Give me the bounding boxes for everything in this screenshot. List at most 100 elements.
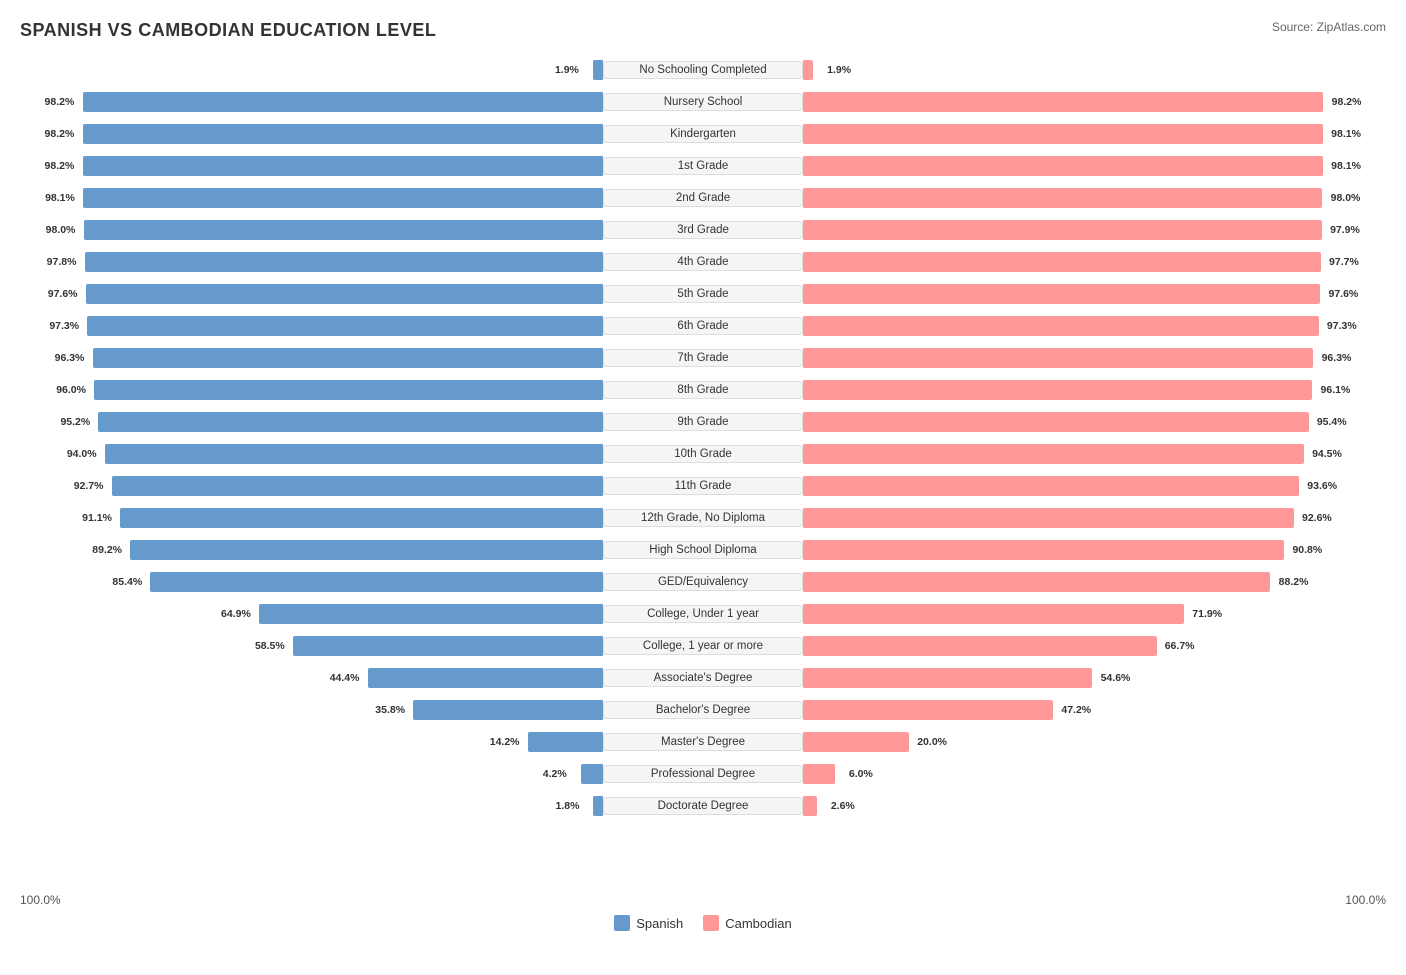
bar-row: 97.3%6th Grade97.3% — [20, 312, 1386, 340]
bar-row: 98.2%1st Grade98.1% — [20, 152, 1386, 180]
bar-label: Kindergarten — [603, 125, 803, 143]
bar-row: 92.7%11th Grade93.6% — [20, 472, 1386, 500]
bar-blue: 98.2% — [83, 124, 603, 144]
legend-box-spanish — [614, 915, 630, 931]
bar-row: 1.9%No Schooling Completed1.9% — [20, 56, 1386, 84]
bar-row: 58.5%College, 1 year or more66.7% — [20, 632, 1386, 660]
bar-pink: 66.7% — [803, 636, 1157, 656]
chart-area: 1.9%No Schooling Completed1.9% 98.2%Nurse… — [20, 56, 1386, 891]
bar-blue: 85.4% — [150, 572, 603, 592]
bottom-labels: 100.0% 100.0% — [20, 893, 1386, 907]
bar-right-wrapper: 96.1% — [803, 376, 1386, 404]
bar-value-left: 96.3% — [55, 352, 85, 364]
bar-label: Doctorate Degree — [603, 797, 803, 815]
bar-blue: 96.3% — [93, 348, 603, 368]
bar-blue: 94.0% — [105, 444, 603, 464]
bar-right-wrapper: 98.1% — [803, 152, 1386, 180]
bar-value-left: 14.2% — [490, 736, 520, 748]
bar-left-wrapper: 91.1% — [20, 504, 603, 532]
bar-value-right: 98.1% — [1331, 128, 1361, 140]
bar-right-wrapper: 71.9% — [803, 600, 1386, 628]
source-label: Source: ZipAtlas.com — [1272, 20, 1386, 34]
bar-label: 4th Grade — [603, 253, 803, 271]
bar-value-right: 1.9% — [827, 64, 851, 76]
bar-right-wrapper: 88.2% — [803, 568, 1386, 596]
bar-right-wrapper: 90.8% — [803, 536, 1386, 564]
bar-pink: 96.3% — [803, 348, 1313, 368]
bar-pink: 88.2% — [803, 572, 1270, 592]
legend-label-cambodian: Cambodian — [725, 916, 792, 931]
bar-value-right: 94.5% — [1312, 448, 1342, 460]
bar-blue: 96.0% — [94, 380, 603, 400]
bar-label: Professional Degree — [603, 765, 803, 783]
bar-left-wrapper: 98.1% — [20, 184, 603, 212]
bar-row: 96.3%7th Grade96.3% — [20, 344, 1386, 372]
bar-value-right: 2.6% — [831, 800, 855, 812]
bar-left-wrapper: 96.3% — [20, 344, 603, 372]
bar-value-left: 91.1% — [82, 512, 112, 524]
bar-pink: 92.6% — [803, 508, 1294, 528]
bar-value-left: 97.3% — [49, 320, 79, 332]
bar-value-left: 97.6% — [48, 288, 78, 300]
bar-row: 64.9%College, Under 1 year71.9% — [20, 600, 1386, 628]
bar-right-wrapper: 98.2% — [803, 88, 1386, 116]
bar-pink: 54.6% — [803, 668, 1092, 688]
bar-value-left: 98.0% — [46, 224, 76, 236]
bar-value-left: 35.8% — [375, 704, 405, 716]
bar-pink: 6.0% — [803, 764, 835, 784]
bar-value-left: 95.2% — [60, 416, 90, 428]
bar-value-right: 97.9% — [1330, 224, 1360, 236]
bar-blue: 35.8% — [413, 700, 603, 720]
bar-pink: 97.9% — [803, 220, 1322, 240]
bar-row: 89.2%High School Diploma90.8% — [20, 536, 1386, 564]
bar-label: Bachelor's Degree — [603, 701, 803, 719]
bar-blue: 91.1% — [120, 508, 603, 528]
bar-value-right: 47.2% — [1061, 704, 1091, 716]
bar-row: 85.4%GED/Equivalency88.2% — [20, 568, 1386, 596]
bar-right-wrapper: 94.5% — [803, 440, 1386, 468]
legend-item-spanish: Spanish — [614, 915, 683, 931]
bar-pink: 20.0% — [803, 732, 909, 752]
bar-blue: 58.5% — [293, 636, 603, 656]
bar-right-wrapper: 92.6% — [803, 504, 1386, 532]
bar-left-wrapper: 98.2% — [20, 120, 603, 148]
bar-label: 5th Grade — [603, 285, 803, 303]
bar-label: 2nd Grade — [603, 189, 803, 207]
bar-left-wrapper: 95.2% — [20, 408, 603, 436]
bar-blue: 98.2% — [83, 156, 603, 176]
bar-right-wrapper: 98.1% — [803, 120, 1386, 148]
bar-row: 98.2%Nursery School98.2% — [20, 88, 1386, 116]
bar-label: 1st Grade — [603, 157, 803, 175]
bar-pink: 96.1% — [803, 380, 1312, 400]
bar-value-left: 98.2% — [45, 160, 75, 172]
bar-row: 97.8%4th Grade97.7% — [20, 248, 1386, 276]
bar-value-left: 89.2% — [92, 544, 122, 556]
bar-pink: 98.2% — [803, 92, 1323, 112]
bar-pink: 1.9% — [803, 60, 813, 80]
bar-right-wrapper: 54.6% — [803, 664, 1386, 692]
bar-value-right: 20.0% — [917, 736, 947, 748]
bar-label: Associate's Degree — [603, 669, 803, 687]
bar-pink: 95.4% — [803, 412, 1309, 432]
bar-label: College, 1 year or more — [603, 637, 803, 655]
bar-right-wrapper: 66.7% — [803, 632, 1386, 660]
legend-box-cambodian — [703, 915, 719, 931]
bar-right-wrapper: 95.4% — [803, 408, 1386, 436]
bar-value-left: 1.8% — [555, 800, 579, 812]
bar-left-wrapper: 1.9% — [20, 56, 603, 84]
bar-pink: 2.6% — [803, 796, 817, 816]
bar-value-left: 98.2% — [45, 96, 75, 108]
bar-blue: 14.2% — [528, 732, 603, 752]
bar-left-wrapper: 96.0% — [20, 376, 603, 404]
bar-blue: 97.3% — [87, 316, 603, 336]
bar-value-left: 98.2% — [45, 128, 75, 140]
bar-right-wrapper: 20.0% — [803, 728, 1386, 756]
bar-right-wrapper: 1.9% — [803, 56, 1386, 84]
bar-value-left: 97.8% — [47, 256, 77, 268]
bar-value-right: 98.2% — [1332, 96, 1362, 108]
bar-pink: 90.8% — [803, 540, 1284, 560]
bar-value-right: 93.6% — [1307, 480, 1337, 492]
bar-left-wrapper: 44.4% — [20, 664, 603, 692]
bar-right-wrapper: 93.6% — [803, 472, 1386, 500]
bar-value-right: 71.9% — [1192, 608, 1222, 620]
